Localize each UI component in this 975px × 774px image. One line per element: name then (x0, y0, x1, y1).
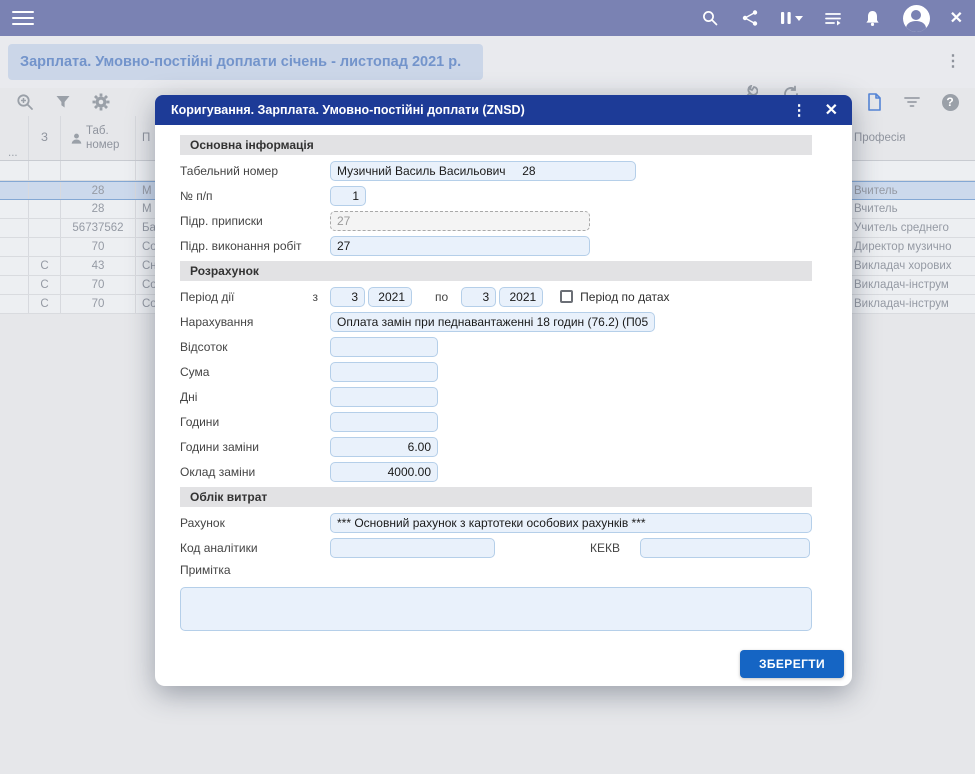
dialog-header: Коригування. Зарплата. Умовно-постійні д… (155, 95, 852, 125)
field-label-kod-analityky: Код аналітики (180, 541, 330, 555)
save-button[interactable]: ЗБЕРЕГТИ (740, 650, 844, 678)
document-icon[interactable] (863, 91, 885, 113)
prymitka-textarea[interactable] (180, 587, 812, 631)
filter-lines-icon[interactable] (901, 91, 923, 113)
period-to-month-input[interactable] (461, 287, 496, 307)
column-header-z[interactable]: З (28, 116, 60, 160)
chevron-down-icon (795, 16, 803, 21)
field-label-prymitka: Примітка (180, 563, 330, 577)
section-calculation: Розрахунок (180, 261, 812, 281)
field-label-godyny: Години (180, 415, 330, 429)
zoom-icon[interactable] (14, 91, 36, 113)
godyny-zaminy-input[interactable] (330, 437, 438, 457)
section-cost-accounting: Облік витрат (180, 487, 812, 507)
suma-input[interactable] (330, 362, 438, 382)
field-label-suma: Сума (180, 365, 330, 379)
vidsotok-input[interactable] (330, 337, 438, 357)
section-main-info: Основна інформація (180, 135, 812, 155)
field-label-narahuvannya: Нарахування (180, 315, 330, 329)
dni-input[interactable] (330, 387, 438, 407)
field-label-dni: Дні (180, 390, 330, 404)
menu-icon[interactable] (12, 7, 34, 29)
search-icon[interactable] (700, 8, 720, 28)
column-header-profession[interactable]: Професія (848, 116, 975, 160)
dialog-title: Коригування. Зарплата. Умовно-постійні д… (171, 103, 525, 117)
edit-dialog: Коригування. Зарплата. Умовно-постійні д… (155, 95, 852, 686)
pidr-vykonannya-input[interactable] (330, 236, 590, 256)
queue-icon[interactable] (823, 8, 843, 28)
field-label-period: Період дії (180, 290, 234, 304)
narahuvannya-input[interactable] (330, 312, 655, 332)
npp-input[interactable] (330, 186, 366, 206)
pause-icon[interactable] (780, 10, 803, 26)
bell-icon[interactable] (863, 8, 883, 28)
tab-zarplata[interactable]: Зарплата. Умовно-постійні доплати січень… (8, 44, 483, 80)
topbar: ✕ (0, 0, 975, 36)
period-from-label: з (312, 290, 318, 304)
tab-bar: Зарплата. Умовно-постійні доплати січень… (0, 36, 975, 88)
period-by-dates-checkbox[interactable] (560, 290, 573, 303)
field-label-godyny-zaminy: Години заміни (180, 440, 330, 454)
share-icon[interactable] (740, 8, 760, 28)
rahunok-input[interactable] (330, 513, 812, 533)
account-avatar[interactable] (903, 5, 930, 32)
field-label-tab-number: Табельний номер (180, 164, 330, 178)
close-icon[interactable]: ✕ (950, 8, 963, 28)
period-from-year-input[interactable] (368, 287, 412, 307)
field-label-rahunok: Рахунок (180, 516, 330, 530)
period-by-dates-label: Період по датах (580, 290, 669, 304)
pidr-prypysky-input (330, 211, 590, 231)
dialog-kebab-menu-icon[interactable]: ⋮ (792, 101, 807, 119)
godyny-input[interactable] (330, 412, 438, 432)
field-label-kekv: КЕКВ (590, 541, 620, 555)
field-label-oklad-zaminy: Оклад заміни (180, 465, 330, 479)
kekv-input[interactable] (640, 538, 810, 558)
dialog-close-icon[interactable]: ✕ (825, 100, 838, 120)
field-label-vidsotok: Відсоток (180, 340, 330, 354)
kod-analityky-input[interactable] (330, 538, 495, 558)
tab-kebab-menu-icon[interactable]: ⋮ (945, 54, 961, 70)
person-icon (70, 132, 83, 145)
period-to-year-input[interactable] (499, 287, 543, 307)
gear-icon[interactable] (90, 91, 112, 113)
field-label-pidr-prypysky: Підр. приписки (180, 214, 330, 228)
tab-number-input[interactable] (330, 161, 636, 181)
tab-title: Зарплата. Умовно-постійні доплати січень… (20, 54, 461, 70)
field-label-npp: № п/п (180, 189, 330, 203)
help-icon[interactable]: ? (939, 91, 961, 113)
column-header-tab-number[interactable]: Таб. номер (60, 116, 135, 160)
oklad-zaminy-input[interactable] (330, 462, 438, 482)
period-to-label: по (435, 290, 448, 304)
filter-funnel-icon[interactable] (52, 91, 74, 113)
field-label-pidr-vykonannya: Підр. виконання робіт (180, 239, 330, 253)
column-header-dots[interactable]: ... (0, 116, 28, 160)
period-from-month-input[interactable] (330, 287, 365, 307)
